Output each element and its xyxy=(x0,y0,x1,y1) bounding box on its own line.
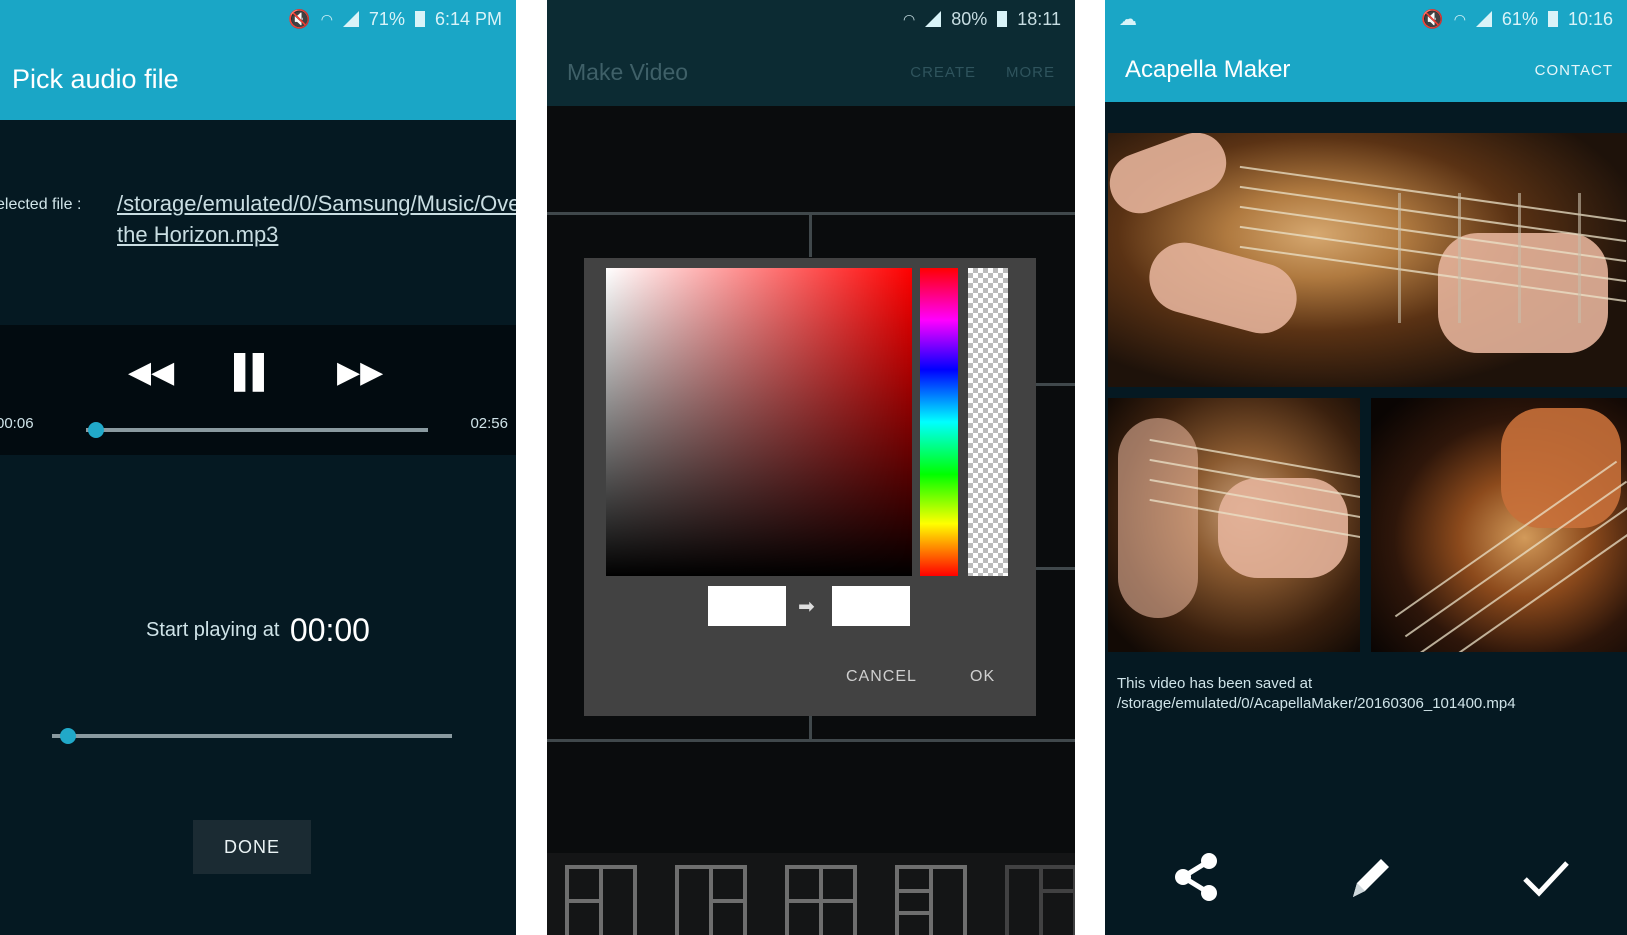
mute-icon: 🔇 xyxy=(1421,8,1444,29)
clock: 18:11 xyxy=(1017,8,1061,29)
app-bar-actions: CREATE MORE xyxy=(910,64,1055,81)
create-action[interactable]: CREATE xyxy=(910,64,976,81)
checkmark-icon[interactable] xyxy=(1515,848,1575,908)
share-icon[interactable] xyxy=(1167,848,1227,908)
selected-file-path-link[interactable]: /storage/emulated/0/Samsung/Music/Over t… xyxy=(117,188,516,250)
hue-slider[interactable] xyxy=(920,268,958,576)
start-label: Start playing at xyxy=(146,619,280,641)
status-bar: ◠ 80% 18:11 xyxy=(547,0,1075,38)
color-picker-dialog: ➡ CANCEL OK xyxy=(584,258,1036,716)
battery-icon xyxy=(414,11,425,27)
pick-audio-screen: 🔇 ◠ 71% 6:14 PM Pick audio file elected … xyxy=(0,0,516,935)
start-value: 00:00 xyxy=(289,612,370,648)
saturation-value-area[interactable] xyxy=(606,268,912,576)
layout-option[interactable] xyxy=(785,865,857,935)
wifi-icon: ◠ xyxy=(1453,10,1466,27)
layout-option[interactable] xyxy=(895,865,967,935)
mute-icon: 🔇 xyxy=(288,8,311,29)
wifi-icon: ◠ xyxy=(320,10,333,27)
layout-selector xyxy=(547,853,1075,935)
battery-level: 71% xyxy=(368,8,405,29)
ok-button[interactable]: OK xyxy=(970,668,995,686)
clock: 6:14 PM xyxy=(434,8,502,29)
page-title: Pick audio file xyxy=(12,63,179,94)
saved-message: This video has been saved at /storage/em… xyxy=(1117,675,1516,712)
battery-icon xyxy=(1547,11,1558,27)
current-time: 00:06 xyxy=(0,415,34,432)
selected-file-label: elected file : xyxy=(0,196,82,213)
battery-level: 80% xyxy=(951,8,988,29)
selected-file: elected file : /storage/emulated/0/Samsu… xyxy=(0,188,516,258)
wifi-icon: ◠ xyxy=(903,10,916,27)
grid-divider xyxy=(809,215,812,257)
bottom-actions xyxy=(1105,848,1627,928)
signal-icon xyxy=(925,11,942,27)
more-action[interactable]: MORE xyxy=(1006,64,1055,81)
status-bar: ☁ 🔇 ◠ 61% 10:16 xyxy=(1105,0,1627,38)
seek-bar-track[interactable] xyxy=(86,428,428,432)
make-video-screen: ◠ 80% 18:11 Make Video CREATE MORE ➡ CAN… xyxy=(547,0,1075,935)
edit-pencil-icon[interactable] xyxy=(1341,848,1401,908)
signal-icon xyxy=(342,11,359,27)
audio-player: ◀◀ ▌▌ ▶▶ 00:06 02:56 xyxy=(0,325,516,455)
start-slider-thumb[interactable] xyxy=(60,728,76,744)
layout-option[interactable] xyxy=(1005,865,1075,935)
new-color-swatch xyxy=(832,586,910,626)
battery-icon xyxy=(997,11,1008,27)
page-title: Make Video xyxy=(567,58,689,85)
arrow-right-icon: ➡ xyxy=(798,596,815,618)
layout-option[interactable] xyxy=(565,865,637,935)
grid-divider xyxy=(809,713,812,739)
notification-icon: ☁ xyxy=(1119,8,1137,29)
seek-bar-thumb[interactable] xyxy=(88,422,105,438)
page-title: Acapella Maker xyxy=(1125,56,1291,83)
video-tile-guitar[interactable] xyxy=(1108,398,1360,652)
alpha-slider[interactable] xyxy=(968,268,1008,576)
status-bar: 🔇 ◠ 71% 6:14 PM xyxy=(0,0,516,38)
old-color-swatch xyxy=(708,586,786,626)
battery-level: 61% xyxy=(1501,8,1538,29)
rewind-icon[interactable]: ◀◀ xyxy=(128,355,174,390)
grid-divider xyxy=(1032,567,1075,570)
acapella-maker-screen: ☁ 🔇 ◠ 61% 10:16 Acapella Maker CONTACT T… xyxy=(1105,0,1627,935)
fast-forward-icon[interactable]: ▶▶ xyxy=(337,355,383,390)
start-position: Start playing at 00:00 xyxy=(0,612,516,649)
video-tile-guitar[interactable] xyxy=(1371,398,1627,652)
signal-icon xyxy=(1475,11,1492,27)
pause-icon[interactable]: ▌▌ xyxy=(234,353,275,390)
start-slider-track[interactable] xyxy=(52,734,452,738)
app-bar: Pick audio file xyxy=(0,38,516,120)
app-bar: Make Video CREATE MORE xyxy=(547,38,1075,106)
grid-divider xyxy=(1032,383,1075,386)
done-button[interactable]: DONE xyxy=(193,820,311,874)
duration: 02:56 xyxy=(470,415,508,432)
video-tile-guitar[interactable] xyxy=(1108,133,1627,387)
layout-option[interactable] xyxy=(675,865,747,935)
cancel-button[interactable]: CANCEL xyxy=(846,668,917,686)
clock: 10:16 xyxy=(1567,8,1613,29)
contact-button[interactable]: CONTACT xyxy=(1535,62,1613,79)
app-bar: Acapella Maker CONTACT xyxy=(1105,38,1627,102)
